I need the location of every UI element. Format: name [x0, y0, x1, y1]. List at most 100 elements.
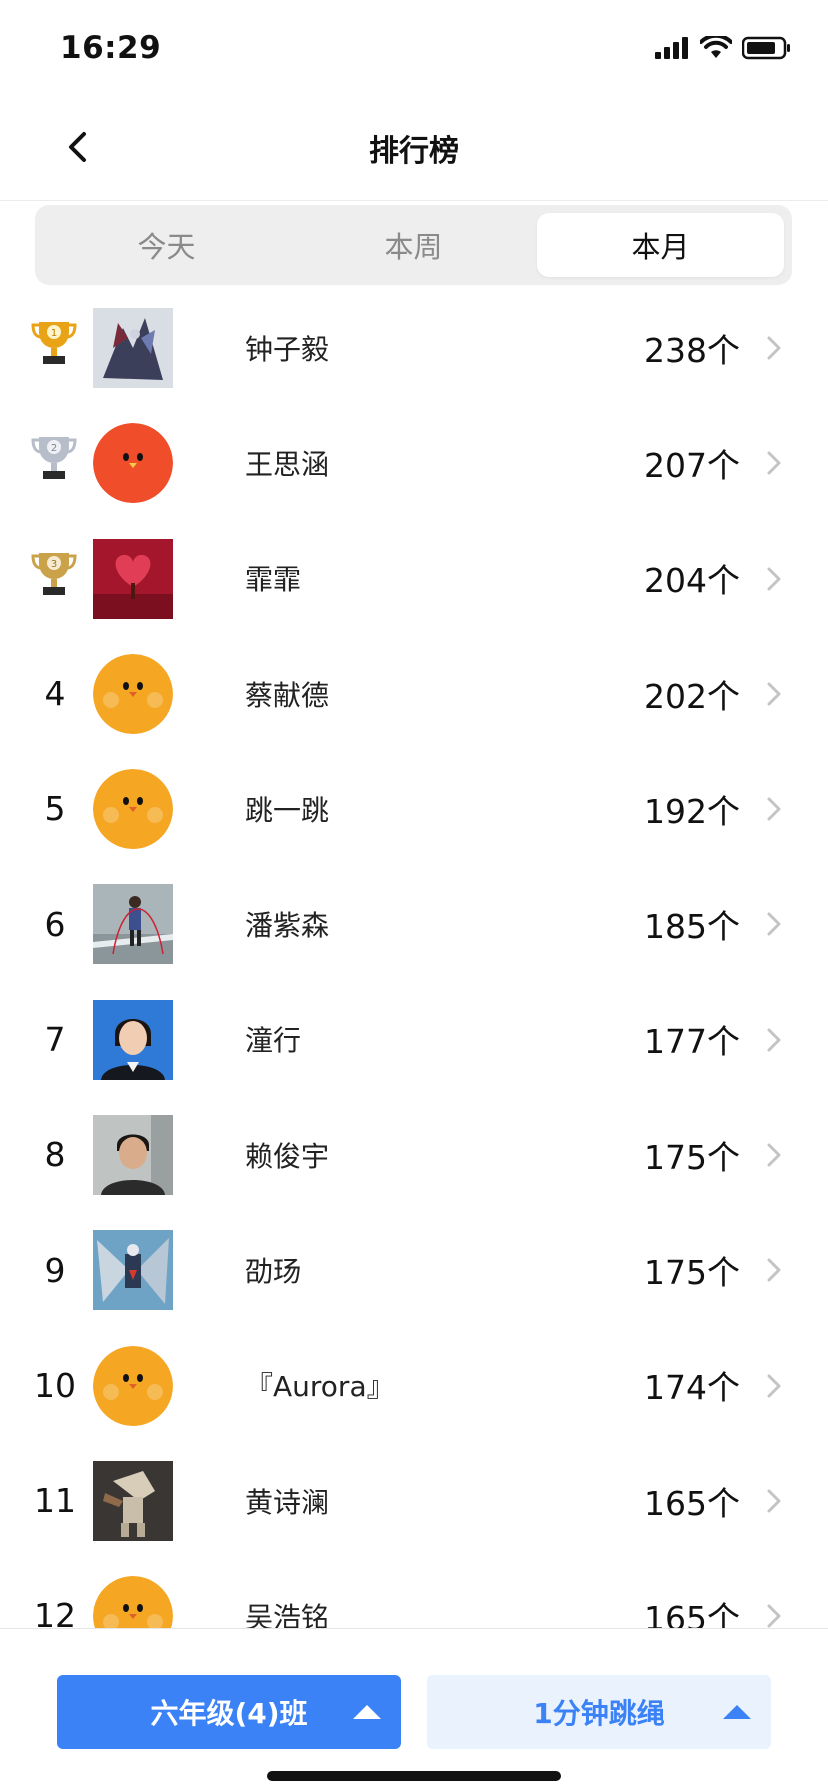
rank-number: 10 — [34, 1365, 76, 1405]
chevron-right-icon — [767, 451, 781, 475]
svg-text:2: 2 — [51, 443, 57, 454]
chevron-right-icon — [767, 1258, 781, 1282]
gold-trophy-icon: 1 — [31, 322, 77, 364]
ranking-row[interactable]: 2 王思涵 207个 — [0, 405, 828, 520]
home-indicator — [267, 1771, 561, 1781]
ranking-row[interactable]: 6 潘紫森 185个 — [0, 866, 828, 981]
avatar — [93, 999, 173, 1080]
player-score: 165个 — [644, 1483, 740, 1523]
period-tabs: 今天 本周 本月 — [35, 205, 792, 285]
tab-week[interactable]: 本周 — [290, 213, 537, 277]
avatar — [93, 1345, 173, 1426]
photo-figure-model — [93, 1460, 173, 1541]
ranking-row[interactable]: 10 『Aurora』 174个 — [0, 1328, 828, 1443]
page-title: 排行榜 — [369, 134, 459, 169]
player-name: 劭玚 — [245, 1255, 302, 1289]
status-time: 16:29 — [60, 30, 162, 66]
chevron-right-icon — [767, 1489, 781, 1513]
svg-text:3: 3 — [51, 559, 57, 570]
avatar — [93, 1115, 173, 1196]
mecha-robot-image — [93, 308, 173, 388]
caret-up-icon — [353, 1705, 381, 1719]
caret-up-icon — [723, 1705, 751, 1719]
photo-portrait-blue — [93, 999, 173, 1080]
player-score: 165个 — [644, 1598, 740, 1628]
player-name: 蔡献德 — [245, 678, 330, 712]
nav-bar: 排行榜 — [0, 96, 828, 201]
tab-today[interactable]: 今天 — [43, 213, 290, 277]
chevron-right-icon — [767, 567, 781, 591]
ranking-row[interactable]: 7 潼行 177个 — [0, 982, 828, 1097]
ranking-row[interactable]: 9 劭玚 175个 — [0, 1212, 828, 1327]
player-name: 吴浩铭 — [245, 1600, 330, 1628]
player-name: 霏霏 — [245, 563, 302, 597]
battery-icon — [742, 36, 790, 60]
rank-number: 9 — [44, 1250, 66, 1290]
yellow-chick-avatar — [93, 1345, 173, 1426]
rank-number: 5 — [44, 789, 66, 829]
player-score: 177个 — [644, 1022, 740, 1062]
chevron-right-icon — [767, 912, 781, 936]
player-name: 潼行 — [245, 1024, 302, 1058]
svg-text:1: 1 — [51, 328, 57, 339]
rank-number: 6 — [44, 904, 66, 944]
tab-month[interactable]: 本月 — [537, 213, 784, 277]
rank-number: 8 — [44, 1135, 66, 1175]
silver-trophy-icon: 2 — [31, 437, 77, 480]
player-score: 175个 — [644, 1253, 740, 1293]
ranking-row[interactable]: 8 赖俊宇 175个 — [0, 1097, 828, 1212]
rank-number: 4 — [44, 674, 66, 714]
ranking-row[interactable]: 11 黄诗澜 165个 — [0, 1443, 828, 1558]
chevron-right-icon — [767, 336, 781, 360]
player-name: 赖俊宇 — [245, 1139, 330, 1173]
player-name: 潘紫森 — [245, 909, 330, 943]
avatar — [93, 538, 173, 619]
ranking-row[interactable]: 4 蔡献德 202个 — [0, 636, 828, 751]
photo-portrait-boy — [93, 1115, 173, 1196]
chevron-right-icon — [767, 1374, 781, 1398]
rank-number: 11 — [34, 1481, 76, 1521]
avatar — [93, 308, 173, 388]
avatar — [93, 1576, 173, 1628]
wifi-icon — [700, 36, 732, 58]
player-score: 207个 — [644, 445, 740, 485]
chevron-right-icon — [767, 797, 781, 821]
player-score: 238个 — [644, 330, 740, 370]
bronze-trophy-icon: 3 — [31, 552, 77, 595]
ranking-row[interactable]: 1 钟子毅 238个 — [0, 290, 828, 405]
yellow-chick-avatar — [93, 653, 173, 734]
player-score: 192个 — [644, 791, 740, 831]
ranking-row[interactable]: 12 吴浩铭 165个 — [0, 1558, 828, 1628]
bottom-bar: 六年级(4)班 1分钟跳绳 — [0, 1628, 828, 1792]
status-bar: 16:29 — [0, 0, 828, 96]
yellow-chick-avatar — [93, 769, 173, 850]
ranking-row[interactable]: 3 霏霏 204个 — [0, 521, 828, 636]
photo-jump-rope — [93, 884, 173, 965]
ranking-list: 1 钟子毅 238个 2 王思涵 207个 3 霏霏 204个 4 蔡献德 20… — [0, 290, 828, 1628]
avatar — [93, 1230, 173, 1311]
player-name: 黄诗澜 — [245, 1485, 330, 1519]
avatar — [93, 769, 173, 850]
status-icons — [654, 36, 792, 60]
heart-tree-image — [93, 538, 173, 619]
avatar — [93, 1460, 173, 1541]
sport-select-button[interactable]: 1分钟跳绳 — [427, 1675, 771, 1749]
red-chick-avatar — [93, 423, 173, 504]
rank-number: 12 — [34, 1596, 76, 1628]
ranking-row[interactable]: 5 跳一跳 192个 — [0, 751, 828, 866]
player-name: 跳一跳 — [245, 793, 330, 827]
class-select-button[interactable]: 六年级(4)班 — [57, 1675, 401, 1749]
mecha-gundam-image — [93, 1230, 173, 1311]
player-score: 202个 — [644, 676, 740, 716]
player-name: 『Aurora』 — [245, 1370, 395, 1404]
player-score: 204个 — [644, 561, 740, 601]
player-score: 185个 — [644, 907, 740, 947]
signal-icon — [655, 37, 688, 59]
avatar — [93, 884, 173, 965]
sport-label: 1分钟跳绳 — [533, 1697, 665, 1730]
chevron-right-icon — [767, 1028, 781, 1052]
player-score: 174个 — [644, 1368, 740, 1408]
chevron-right-icon — [767, 682, 781, 706]
chevron-right-icon — [767, 1604, 781, 1628]
player-name: 王思涵 — [245, 447, 330, 481]
